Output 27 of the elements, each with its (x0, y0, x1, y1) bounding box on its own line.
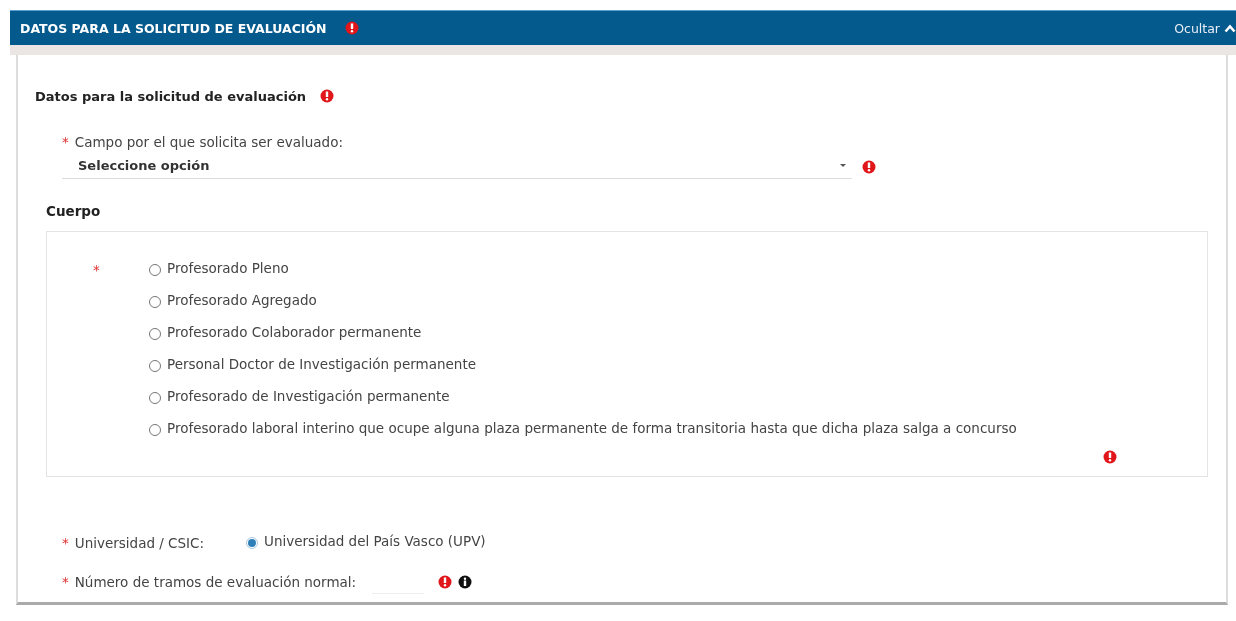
required-mark: * (93, 262, 100, 278)
radio-button[interactable] (149, 392, 161, 404)
section-title: DATOS PARA LA SOLICITUD DE EVALUACIÓN (20, 20, 327, 36)
radio-button[interactable] (149, 296, 161, 308)
field-label: Número de tramos de evaluación normal: (74, 573, 357, 590)
radio-button[interactable] (246, 537, 259, 549)
hide-toggle[interactable]: Ocultar (1174, 20, 1236, 36)
radio-button[interactable] (149, 424, 161, 436)
option-label: Profesorado Agregado (167, 291, 317, 310)
option-label: Profesorado laboral interino que ocupe alguna plaza permanente de forma transitoria hasta que dicha plaza salga a concurso (167, 419, 1017, 438)
radio-button[interactable] (149, 360, 161, 372)
section-heading: Cuerpo (45, 202, 102, 219)
option-label: Profesorado Colaborador permanente (167, 323, 422, 342)
option-label: Profesorado Pleno (167, 259, 289, 278)
field-label: Campo por el que solicita ser evaluado: (74, 134, 343, 150)
radio-button[interactable] (149, 264, 161, 276)
radio-button[interactable] (149, 328, 161, 340)
field-label: Universidad / CSIC: (74, 535, 205, 551)
option-label: Profesorado de Investigación permanente (167, 387, 450, 406)
option-label: Universidad del País Vasco (UPV) (264, 532, 486, 551)
chevron-up-icon (1224, 23, 1236, 33)
required-mark: * (62, 535, 69, 551)
option-label: Personal Doctor de Investigación permanente (167, 355, 476, 374)
caret-icon (840, 163, 846, 168)
required-mark: * (62, 134, 69, 150)
required-mark: * (62, 573, 69, 590)
panel-title: Datos para la solicitud de evaluación (35, 88, 307, 104)
